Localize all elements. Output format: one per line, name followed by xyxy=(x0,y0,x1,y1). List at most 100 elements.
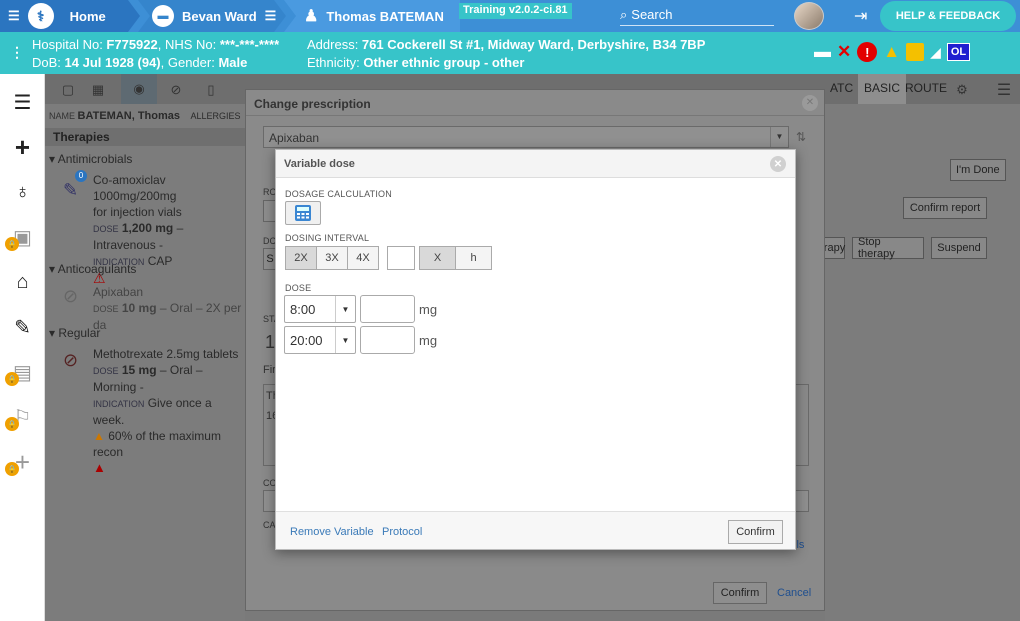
dose-value: 15 mg xyxy=(121,363,157,377)
variable-dose-confirm-button[interactable]: Confirm xyxy=(728,520,783,544)
change-prescription-cancel-link[interactable]: Cancel xyxy=(777,587,811,599)
tab-route[interactable]: ROUTE xyxy=(905,81,947,95)
dose-label: DOSE xyxy=(285,283,312,293)
pill-alert-icon[interactable]: ◢ xyxy=(930,44,941,61)
dose-label: DOSE xyxy=(93,304,119,314)
warning-icon: ▲ xyxy=(93,429,105,443)
syringe-icon: 0 ✎ xyxy=(63,170,89,220)
remove-variable-link[interactable]: Remove Variable xyxy=(290,526,374,538)
logout-icon[interactable]: ⇥ xyxy=(854,6,874,26)
gender-value: Male xyxy=(218,55,248,70)
interval-3x-button[interactable]: 3X xyxy=(316,246,348,270)
pill-view-icon[interactable]: ⊘ xyxy=(165,79,187,101)
search-field[interactable]: ⌕ Search xyxy=(620,4,774,26)
view-icon-1[interactable]: ▢ xyxy=(57,79,79,101)
address-line: Address: 761 Cockerell St #1, Midway War… xyxy=(307,37,705,52)
hospital-label: Hospital No: xyxy=(32,37,107,52)
ethnicity-label: Ethnicity: xyxy=(307,55,364,70)
warning-text: 60% of the maximum recon xyxy=(93,429,221,459)
therapy-button-fragment[interactable]: rapy xyxy=(824,237,845,259)
stop-therapy-button[interactable]: Stop therapy xyxy=(852,236,924,260)
therapy-item-apixaban[interactable]: Apixaban DOSE 10 mg – Oral – 2X per da xyxy=(93,284,245,333)
therapy-item-methotrexate[interactable]: Methotrexate 2.5mg tablets DOSE 15 mg – … xyxy=(93,346,245,476)
group-anticoagulants-title[interactable]: ▾ Anticoagulants xyxy=(49,262,136,276)
clipboard-icon[interactable]: ▤ xyxy=(0,352,45,392)
variable-dose-modal: Variable dose ✕ DOSAGE CALCULATION DOSIN… xyxy=(275,149,796,550)
bed-icon: ▬ xyxy=(152,5,174,27)
interval-h-button[interactable]: h xyxy=(455,246,492,270)
prescription-pad-icon[interactable]: ✎ xyxy=(0,307,45,347)
dob-label: DoB: xyxy=(32,55,65,70)
dose-label: DOSE xyxy=(93,366,119,376)
close-icon[interactable]: ✕ xyxy=(770,156,786,172)
change-prescription-title: Change prescription xyxy=(246,90,824,116)
menu-lines-icon[interactable]: ☰ xyxy=(993,79,1015,101)
variable-dose-footer: Remove Variable Protocol Confirm xyxy=(276,511,795,549)
camera-icon[interactable]: ▣ xyxy=(0,217,45,257)
im-done-button[interactable]: I'm Done xyxy=(950,159,1006,181)
dose-amount-input-1[interactable] xyxy=(360,295,415,323)
dose-time-select-2[interactable]: 20:00 ▼ xyxy=(284,326,356,354)
lock-icon: 🔒 xyxy=(5,417,19,431)
group-antimicrobials-title[interactable]: ▾ Antimicrobials xyxy=(49,152,132,166)
address-label: Address: xyxy=(307,37,362,52)
change-prescription-confirm-button[interactable]: Confirm xyxy=(713,582,767,604)
first-label-fragment: Fir xyxy=(263,364,276,376)
tab-atc[interactable]: ATC xyxy=(830,81,853,95)
dose-value: 10 mg xyxy=(121,301,157,315)
dosage-calculation-label: DOSAGE CALCULATION xyxy=(285,189,392,199)
ethnicity-value: Other ethnic group - other xyxy=(363,55,525,70)
edit-drug-icon[interactable]: ⇅ xyxy=(796,130,806,144)
settings-icon[interactable]: ⚙ xyxy=(951,79,973,101)
breadcrumb-home[interactable]: ☰ ⚕ Home xyxy=(0,0,140,32)
hospital-number-line: Hospital No: F775922, NHS No: ***-***-**… xyxy=(32,37,279,52)
confirm-report-button[interactable]: Confirm report xyxy=(903,197,987,219)
help-feedback-button[interactable]: HELP & FEEDBACK xyxy=(880,1,1016,31)
add-locked-icon[interactable]: + xyxy=(0,442,45,482)
ol-alert-badge[interactable]: OL xyxy=(946,43,971,61)
gender-label: , Gender: xyxy=(160,55,219,70)
ca-label-fragment: CA xyxy=(263,520,276,530)
dose-amount-input-2[interactable] xyxy=(360,326,415,354)
search-icon: ⌕ xyxy=(620,6,628,22)
menu-icon[interactable]: ☰ xyxy=(8,8,20,24)
breadcrumb-patient[interactable]: ♟ Thomas BATEMAN xyxy=(284,0,460,32)
warning-alert-icon[interactable]: ▲ xyxy=(883,42,900,62)
lock-icon: 🔒 xyxy=(5,462,19,476)
stethoscope-icon[interactable]: ♁ xyxy=(0,172,45,212)
tab-basic[interactable]: BASIC xyxy=(858,74,907,104)
pill-regular-icon: ⊘ xyxy=(63,350,79,370)
protocol-link[interactable]: Protocol xyxy=(382,526,422,538)
home-plus-icon[interactable]: ⌂ xyxy=(0,262,45,302)
interval-2x-button[interactable]: 2X xyxy=(285,246,317,270)
variable-dose-title: Variable dose xyxy=(276,150,795,178)
person-walking-icon[interactable]: ⚐ xyxy=(0,397,45,437)
hospital-number: F775922 xyxy=(106,37,158,52)
interval-x-button[interactable]: X xyxy=(419,246,456,270)
dose-time-select-1[interactable]: 8:00 ▼ xyxy=(284,295,356,323)
list-icon[interactable]: ☰ xyxy=(265,8,277,24)
group-title: Regular xyxy=(58,326,101,340)
documents-alert-icon[interactable] xyxy=(906,43,925,61)
interval-custom-input[interactable] xyxy=(387,246,415,270)
calculator-button[interactable] xyxy=(285,201,321,225)
document-icon[interactable]: ▯ xyxy=(200,79,222,101)
user-avatar[interactable] xyxy=(794,2,824,30)
view-icon-2[interactable]: ▦ xyxy=(87,79,109,101)
suspend-button[interactable]: Suspend xyxy=(931,237,987,259)
eye-icon[interactable]: ◉ xyxy=(121,74,157,104)
exclamation-alert-icon[interactable]: ! xyxy=(857,42,878,62)
interval-4x-button[interactable]: 4X xyxy=(347,246,379,270)
cross-alert-icon[interactable]: ✕ xyxy=(837,42,851,62)
drug-name: Co-amoxiclav 1000mg/200mg xyxy=(93,173,177,203)
breadcrumb-ward[interactable]: ▬ Bevan Ward ☰ xyxy=(138,0,286,32)
list-nav-icon[interactable]: ☰ xyxy=(0,82,45,122)
drug-select[interactable]: Apixaban ▼ xyxy=(263,126,789,148)
bed-alert-icon[interactable]: ▬ xyxy=(814,42,831,62)
chevron-down-icon: ▼ xyxy=(335,296,355,322)
add-nav-icon[interactable]: + xyxy=(0,127,45,167)
group-regular-title[interactable]: ▾ Regular xyxy=(49,326,100,340)
close-icon[interactable]: ✕ xyxy=(802,95,818,111)
more-vertical-icon[interactable]: ⋮ xyxy=(10,44,24,61)
start-value-fragment: 1 xyxy=(265,332,276,352)
